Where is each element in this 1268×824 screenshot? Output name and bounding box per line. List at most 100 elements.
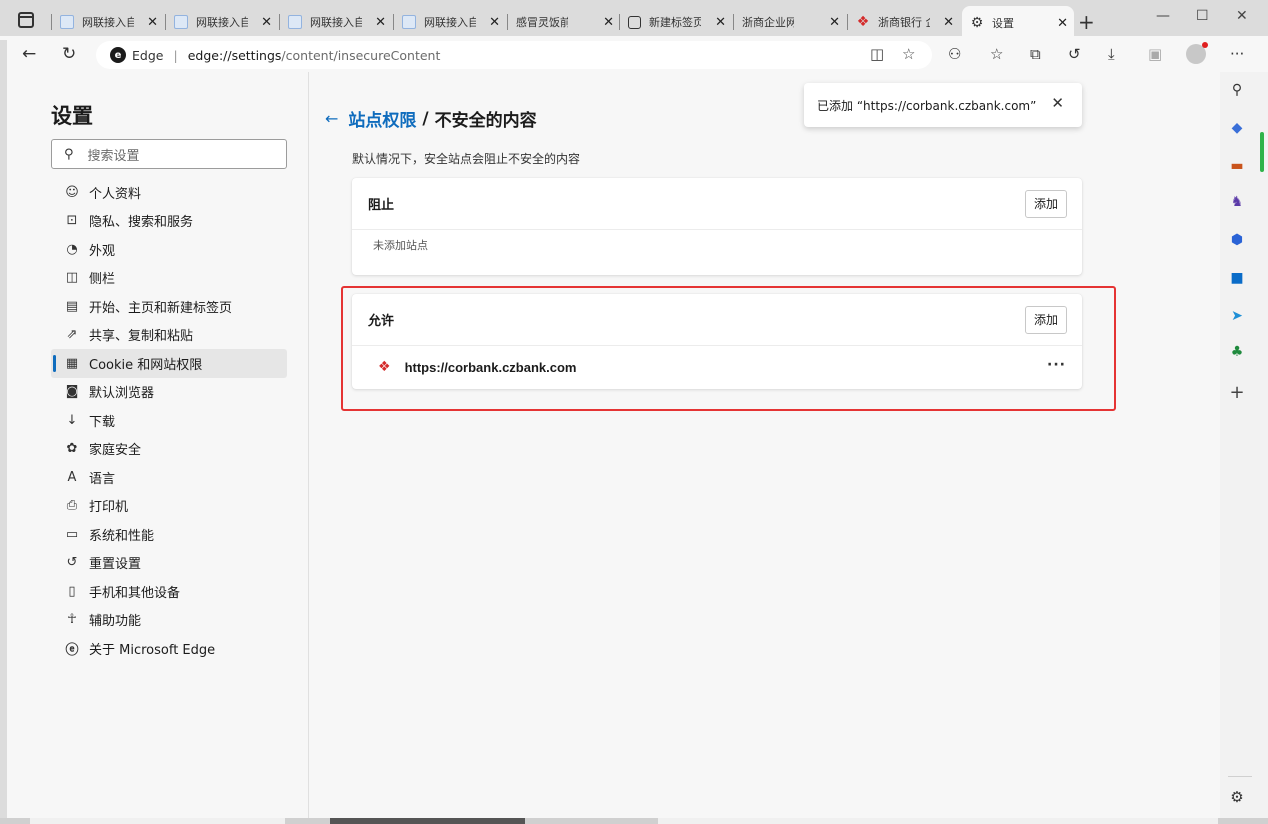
tools-icon[interactable]: ▬ <box>1220 158 1254 174</box>
sidebar-item-languages[interactable]: A 语言 <box>51 463 287 492</box>
tab-strip: 网联接入自 ✕ 网联接入自 ✕ 网联接入自 ✕ 网联接入自 ✕ ⚲ 感冒灵饭前 … <box>0 0 1268 89</box>
shopping-tag-icon[interactable]: ◆ <box>1220 120 1254 136</box>
sidebar-item-label: 语言 <box>89 471 116 487</box>
toast-message: 已添加 “https://corbank.czbank.com” <box>817 98 1037 113</box>
collections-icon[interactable]: ⧉ <box>1030 45 1041 63</box>
gear-icon[interactable]: ⚙ <box>1220 788 1254 806</box>
maximize-icon[interactable]: ☐ <box>1196 8 1209 24</box>
block-section: 阻止 添加 未添加站点 <box>352 178 1082 275</box>
settings-title: 设置 <box>51 104 93 128</box>
sidebar-item-profile[interactable]: ☺ 个人资料 <box>51 178 287 207</box>
sidebar-item-privacy[interactable]: ⊡ 隐私、搜索和服务 <box>51 207 287 236</box>
search-icon[interactable]: ⚲ <box>1220 82 1254 98</box>
sidebar-item-label: 共享、复制和粘贴 <box>89 329 194 345</box>
more-menu-icon[interactable]: ··· <box>1230 45 1244 63</box>
sidebar-item-default-browser[interactable]: ◙ 默认浏览器 <box>51 378 287 407</box>
sidebar-item-label: 系统和性能 <box>89 528 155 544</box>
toast-notification: 已添加 “https://corbank.czbank.com” ✕ <box>804 83 1082 127</box>
tab-label: 浙商银行 企 <box>878 16 930 29</box>
tree-icon[interactable]: ♣ <box>1220 344 1254 360</box>
printer-icon: ⎙ <box>66 498 78 514</box>
address-bar[interactable]: e Edge | edge://settings/content/insecur… <box>96 41 932 69</box>
new-tab-button[interactable]: + <box>1078 10 1095 34</box>
breadcrumb-site-permissions[interactable]: 站点权限 <box>348 106 416 131</box>
sidebar-item-family[interactable]: ✿ 家庭安全 <box>51 435 287 464</box>
minimize-icon[interactable]: — <box>1156 8 1170 24</box>
tab-settings[interactable]: ⚙ 设置 ✕ <box>962 6 1074 40</box>
close-tab-icon[interactable]: ✕ <box>375 15 386 30</box>
tab-3[interactable]: 网联接入自 ✕ <box>279 8 392 36</box>
sidebar-item-sidebar[interactable]: ◫ 侧栏 <box>51 264 287 293</box>
cookie-icon: ▦ <box>65 355 79 371</box>
split-screen-icon[interactable]: ◫ <box>870 45 884 63</box>
close-tab-icon[interactable]: ✕ <box>603 15 614 30</box>
tab-label: 网联接入自 <box>82 16 134 29</box>
sidebar-item-share[interactable]: ⇗ 共享、复制和粘贴 <box>51 321 287 350</box>
close-tab-icon[interactable]: ✕ <box>943 15 954 30</box>
back-arrow-icon[interactable]: ← <box>325 109 338 128</box>
tab-6[interactable]: 新建标签页 ✕ <box>619 8 732 36</box>
office-icon[interactable]: ⬢ <box>1220 232 1254 248</box>
back-icon[interactable]: ← <box>22 44 36 64</box>
sidebar-item-phone[interactable]: ▯ 手机和其他设备 <box>51 577 287 606</box>
sidebar-item-downloads[interactable]: ↓ 下载 <box>51 406 287 435</box>
sidebar-item-label: Cookie 和网站权限 <box>89 357 203 373</box>
close-tab-icon[interactable]: ✕ <box>261 15 272 30</box>
sidebar-item-printers[interactable]: ⎙ 打印机 <box>51 492 287 521</box>
refresh-icon[interactable]: ↻ <box>62 44 76 64</box>
search-input[interactable]: ⚲ 搜索设置 <box>51 139 287 169</box>
tab-7[interactable]: ⚲ 浙商企业网 ✕ <box>733 8 846 89</box>
ie-mode-icon[interactable]: ▣ <box>1148 45 1162 63</box>
tab-label: 感冒灵饭前 <box>516 16 568 29</box>
add-icon[interactable]: + <box>1220 382 1254 403</box>
sidebar-item-about[interactable]: ⓔ 关于 Microsoft Edge <box>51 634 287 663</box>
sidebar-item-cookies[interactable]: ▦ Cookie 和网站权限 <box>51 349 287 378</box>
send-icon[interactable]: ➤ <box>1220 308 1254 324</box>
block-add-button[interactable]: 添加 <box>1025 189 1067 218</box>
tab-2[interactable]: 网联接入自 ✕ <box>165 8 278 36</box>
edge-icon: e <box>110 47 126 63</box>
download-icon: ↓ <box>66 412 78 428</box>
settings-content: ← 站点权限 / 不安全的内容 默认情况下，安全站点会阻止不安全的内容 阻止 添… <box>325 72 1215 818</box>
tab-4[interactable]: 网联接入自 ✕ <box>393 8 506 36</box>
close-tab-icon[interactable]: ✕ <box>147 15 158 30</box>
tab-label: 网联接入自 <box>424 16 476 29</box>
close-icon[interactable]: ✕ <box>1051 94 1064 112</box>
close-tab-icon[interactable]: ✕ <box>489 15 500 30</box>
sidebar-item-start-home[interactable]: ▤ 开始、主页和新建标签页 <box>51 292 287 321</box>
close-tab-icon[interactable]: ✕ <box>829 15 840 30</box>
share-icon: ⇗ <box>66 327 78 343</box>
close-tab-icon[interactable]: ✕ <box>715 15 726 30</box>
favorites-icon[interactable]: ☆ <box>990 45 1003 63</box>
extensions-icon[interactable]: ⚇ <box>948 45 961 63</box>
sidebar-item-label: 下载 <box>89 414 116 430</box>
edge-icon: ⓔ <box>65 642 79 658</box>
sidebar-item-label: 关于 Microsoft Edge <box>89 642 216 658</box>
close-tab-icon[interactable]: ✕ <box>1057 16 1068 31</box>
sidebar-item-system[interactable]: ▭ 系统和性能 <box>51 520 287 549</box>
tab-5[interactable]: ⚲ 感冒灵饭前 ✕ <box>507 8 620 89</box>
sidebar-item-appearance[interactable]: ◔ 外观 <box>51 235 287 264</box>
toolbar: ← ↻ e Edge | edge://settings/content/ins… <box>0 36 1268 72</box>
games-icon[interactable]: ♞ <box>1220 194 1254 210</box>
phone-icon: ▯ <box>68 583 76 599</box>
sidebar-item-label: 手机和其他设备 <box>89 585 181 601</box>
tab-actions-menu-icon[interactable] <box>18 12 34 28</box>
outlook-icon[interactable]: ■ <box>1220 270 1254 286</box>
tab-label: 网联接入自 <box>196 16 248 29</box>
downloads-icon[interactable]: ⤓ <box>1108 45 1115 63</box>
edge-sidebar: ⚲ ◆ ▬ ♞ ⬢ ■ ➤ ♣ + ⚙ <box>1220 72 1268 824</box>
close-window-icon[interactable]: ✕ <box>1236 8 1248 24</box>
sidebar-item-reset[interactable]: ↺ 重置设置 <box>51 549 287 578</box>
favorite-add-icon[interactable]: ☆ <box>902 45 915 63</box>
divider <box>1228 776 1252 777</box>
breadcrumb-separator: / <box>422 108 429 129</box>
avatar[interactable] <box>1186 42 1208 64</box>
document-icon <box>60 15 74 29</box>
history-icon[interactable]: ↺ <box>1068 45 1081 63</box>
tab-8[interactable]: ❖ 浙商银行 企 ✕ <box>847 8 960 36</box>
tab-1[interactable]: 网联接入自 ✕ <box>51 8 164 36</box>
language-icon: A <box>67 469 77 485</box>
sidebar-item-accessibility[interactable]: ☥ 辅助功能 <box>51 606 287 635</box>
scroll-indicator <box>1260 132 1264 172</box>
